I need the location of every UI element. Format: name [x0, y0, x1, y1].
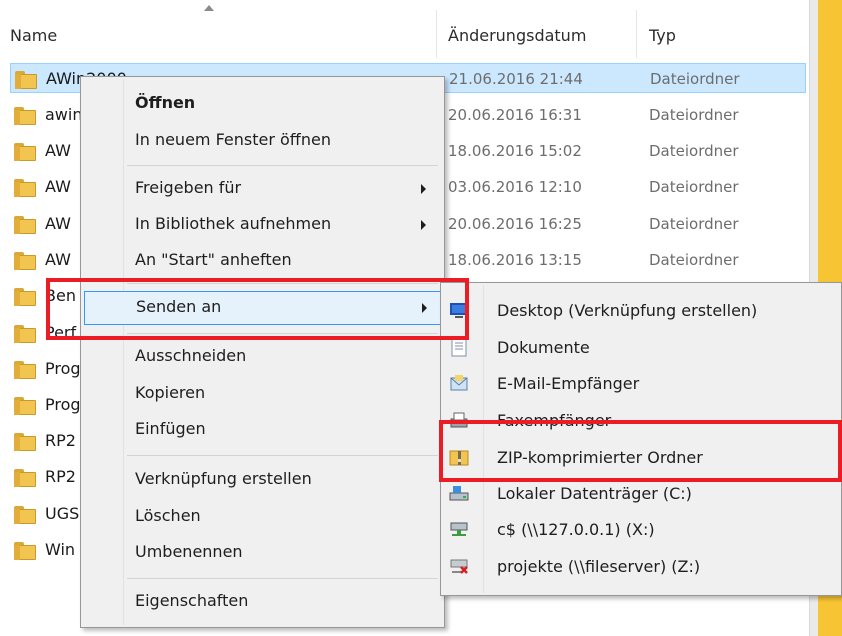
row-date: 21.06.2016 21:44 [449, 70, 583, 88]
menu-item-share-with[interactable]: Freigeben für [81, 172, 444, 206]
menu-item-pin-to-start[interactable]: An "Start" anheften [81, 244, 444, 278]
menu-item-label: An "Start" anheften [135, 250, 292, 269]
row-type: Dateiordner [649, 215, 739, 233]
menu-separator [127, 455, 438, 456]
highlight-box-zip-folder [439, 420, 842, 482]
submenu-arrow-icon [421, 184, 426, 194]
column-header-row: Name Änderungsdatum Typ [0, 0, 808, 58]
row-date: 20.06.2016 16:25 [448, 215, 582, 233]
menu-item-label: Löschen [135, 506, 201, 525]
row-type: Dateiordner [649, 142, 739, 160]
menu-item-label: Eigenschaften [135, 591, 249, 610]
submenu-item-documents[interactable]: Dokumente [441, 330, 841, 366]
row-name: RP2 [45, 431, 76, 450]
row-name: AW [45, 214, 71, 233]
submenu-item-label: E-Mail-Empfänger [497, 374, 640, 393]
row-type: Dateiordner [649, 106, 739, 124]
menu-item-label: Freigeben für [135, 178, 242, 197]
folder-icon [14, 433, 36, 451]
folder-icon [15, 71, 37, 89]
folder-icon [14, 397, 36, 415]
row-type: Dateiordner [649, 251, 739, 269]
column-divider[interactable] [436, 10, 437, 58]
menu-item-label: In Bibliothek aufnehmen [135, 214, 332, 233]
submenu-item-label: c$ (\\127.0.0.1) (X:) [497, 520, 655, 539]
row-name: AW [45, 177, 71, 196]
folder-icon [14, 469, 36, 487]
disconnected-drive-icon [449, 556, 469, 576]
folder-icon [14, 179, 36, 197]
menu-item-open-new-window[interactable]: In neuem Fenster öffnen [81, 124, 444, 158]
submenu-item-network-drive[interactable]: c$ (\\127.0.0.1) (X:) [441, 512, 841, 548]
highlight-box-send-to [46, 278, 469, 340]
row-name: Prog [45, 359, 81, 378]
menu-separator [127, 165, 438, 166]
network-drive-icon [449, 519, 469, 539]
menu-item-label: Ausschneiden [135, 346, 247, 365]
menu-item-delete[interactable]: Löschen [81, 500, 444, 534]
submenu-item-disconnected-drive[interactable]: projekte (\\fileserver) (Z:) [441, 549, 841, 585]
menu-item-create-shortcut[interactable]: Verknüpfung erstellen [81, 463, 444, 497]
folder-icon [14, 143, 36, 161]
row-type: Dateiordner [649, 178, 739, 196]
menu-item-label: Kopieren [135, 383, 206, 402]
row-name: AW [45, 250, 71, 269]
submenu-item-mail-recipient[interactable]: E-Mail-Empfänger [441, 366, 841, 402]
submenu-item-label: projekte (\\fileserver) (Z:) [497, 557, 701, 576]
column-divider[interactable] [636, 10, 637, 58]
menu-item-copy[interactable]: Kopieren [81, 377, 444, 411]
column-header-date[interactable]: Änderungsdatum [448, 26, 586, 45]
row-name: RP2 [45, 467, 76, 486]
folder-icon [14, 288, 36, 306]
menu-item-rename[interactable]: Umbenennen [81, 536, 444, 570]
mail-recipient-icon [449, 373, 469, 393]
menu-item-label: In neuem Fenster öffnen [135, 130, 331, 149]
row-name: AW [45, 141, 71, 160]
submenu-arrow-icon [421, 220, 426, 230]
row-date: 03.06.2016 12:10 [448, 178, 582, 196]
menu-item-cut[interactable]: Ausschneiden [81, 340, 444, 374]
row-date: 18.06.2016 13:15 [448, 251, 582, 269]
folder-icon [14, 252, 36, 270]
column-header-name[interactable]: Name [10, 26, 57, 45]
menu-item-label: Öffnen [135, 93, 196, 112]
row-name: UGS [45, 504, 80, 523]
menu-separator [127, 578, 438, 579]
menu-item-add-to-library[interactable]: In Bibliothek aufnehmen [81, 208, 444, 242]
documents-icon [449, 337, 469, 357]
submenu-item-label: Dokumente [497, 338, 590, 357]
folder-icon [14, 216, 36, 234]
folder-icon [14, 361, 36, 379]
column-header-type[interactable]: Typ [649, 26, 676, 45]
menu-item-paste[interactable]: Einfügen [81, 413, 444, 447]
folder-icon [14, 542, 36, 560]
submenu-item-desktop[interactable]: Desktop (Verknüpfung erstellen) [441, 293, 841, 329]
submenu-item-label: Lokaler Datenträger (C:) [497, 484, 692, 503]
submenu-item-label: Desktop (Verknüpfung erstellen) [497, 301, 758, 320]
folder-icon [14, 107, 36, 125]
row-name: Prog [45, 395, 81, 414]
context-menu: Öffnen In neuem Fenster öffnen Freigeben… [80, 76, 445, 628]
menu-item-open[interactable]: Öffnen [81, 87, 444, 121]
row-date: 20.06.2016 16:31 [448, 106, 582, 124]
folder-icon [14, 506, 36, 524]
row-date: 18.06.2016 15:02 [448, 142, 582, 160]
folder-icon [14, 325, 36, 343]
sort-ascending-icon [204, 5, 214, 11]
menu-item-label: Einfügen [135, 419, 206, 438]
row-name: Win [45, 540, 76, 559]
local-drive-icon [449, 483, 469, 503]
row-name: awin [45, 105, 83, 124]
menu-item-label: Umbenennen [135, 542, 243, 561]
row-type: Dateiordner [650, 70, 740, 88]
menu-item-label: Verknüpfung erstellen [135, 469, 312, 488]
menu-item-properties[interactable]: Eigenschaften [81, 585, 444, 619]
